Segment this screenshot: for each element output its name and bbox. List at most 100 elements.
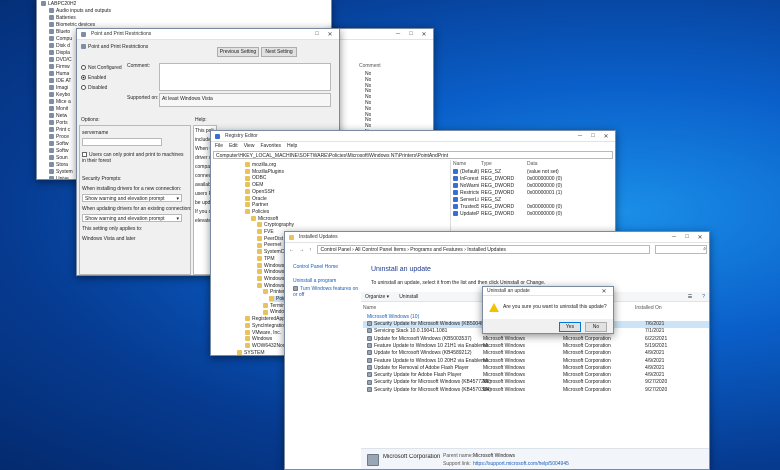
table-row[interactable]: Update for Microsoft Windows (KB4589212)… bbox=[363, 350, 709, 357]
registry-key[interactable]: mozilla.org bbox=[245, 162, 276, 168]
registry-value-name[interactable]: Restricted bbox=[453, 190, 479, 196]
breadcrumb-item[interactable]: All Control Panel Items bbox=[355, 247, 406, 253]
registry-value-name[interactable]: TrustedServers bbox=[453, 204, 479, 210]
new-connection-select[interactable]: Show warning and elevation prompt ▾ bbox=[82, 194, 182, 202]
update-group-label[interactable]: Microsoft Windows (10) bbox=[367, 314, 419, 320]
maximize-icon[interactable]: □ bbox=[406, 31, 416, 37]
uninstall-button[interactable]: Uninstall bbox=[399, 294, 418, 300]
registry-key[interactable]: SYSTEM bbox=[237, 350, 265, 355]
device-category[interactable]: Imagi bbox=[49, 85, 68, 91]
device-category[interactable]: Softw bbox=[49, 148, 69, 154]
servers-input[interactable] bbox=[82, 138, 162, 146]
radio-disabled[interactable]: Disabled bbox=[81, 85, 107, 91]
table-row[interactable]: Security Update for Microsoft Windows (K… bbox=[363, 387, 709, 394]
device-category[interactable]: Monit bbox=[49, 106, 68, 112]
next-setting-button[interactable]: Next Setting bbox=[261, 47, 297, 57]
registry-value-name[interactable]: ServerList bbox=[453, 197, 479, 203]
device-category[interactable]: Mice a bbox=[49, 99, 71, 105]
search-input[interactable]: ⌕ bbox=[655, 245, 707, 254]
device-category[interactable]: Batteries bbox=[49, 15, 76, 21]
menu-item-edit[interactable]: Edit bbox=[229, 143, 238, 149]
device-category[interactable]: Compu bbox=[49, 36, 72, 42]
table-row[interactable]: Security Update for Adobe Flash Player Mi… bbox=[363, 372, 709, 379]
registry-key[interactable]: OpenSSH bbox=[245, 189, 275, 195]
table-row[interactable]: Update for Removal of Adobe Flash Player… bbox=[363, 365, 709, 372]
device-category[interactable]: Displa bbox=[49, 50, 70, 56]
table-row[interactable]: Feature Update to Windows 10 20H2 via En… bbox=[363, 358, 709, 365]
device-category[interactable]: Print c bbox=[49, 127, 70, 133]
device-category[interactable]: Stora bbox=[49, 162, 68, 168]
registry-value-name[interactable]: NoWarningNoElevationOnInstall bbox=[453, 183, 479, 189]
device-category[interactable]: Blueto bbox=[49, 29, 70, 35]
comment-textbox[interactable] bbox=[159, 63, 331, 91]
registry-key[interactable]: Oracle bbox=[245, 196, 267, 202]
previous-setting-button[interactable]: Previous Setting bbox=[217, 47, 259, 57]
registry-key[interactable]: TPM bbox=[257, 256, 275, 262]
device-category[interactable]: Disk d bbox=[49, 43, 70, 49]
breadcrumb-item[interactable]: Control Panel bbox=[321, 247, 351, 253]
menu-item-view[interactable]: View bbox=[244, 143, 255, 149]
windows-features-link[interactable]: Turn Windows features on or off bbox=[293, 286, 359, 298]
device-category[interactable]: Proce bbox=[49, 134, 69, 140]
table-row[interactable]: Security Update for Microsoft Windows (K… bbox=[363, 379, 709, 386]
yes-button[interactable]: Yes bbox=[559, 322, 581, 332]
registry-key[interactable]: Cryptography bbox=[257, 222, 294, 228]
registry-key[interactable]: WOW6432Node bbox=[245, 343, 288, 349]
device-category[interactable]: Audio inputs and outputs bbox=[49, 8, 111, 14]
column-header-type[interactable]: Type bbox=[481, 161, 492, 167]
device-category[interactable]: Huma bbox=[49, 71, 69, 77]
registry-value-name[interactable]: UpdatePromptSettings bbox=[453, 211, 479, 217]
close-icon[interactable]: ✕ bbox=[695, 234, 705, 241]
close-icon[interactable]: ✕ bbox=[325, 31, 335, 38]
forest-checkbox[interactable]: Users can only point and print to machin… bbox=[82, 152, 188, 164]
registry-key[interactable]: Policies bbox=[245, 209, 269, 215]
registry-key[interactable]: MozillaPlugins bbox=[245, 169, 284, 175]
maximize-icon[interactable]: □ bbox=[588, 133, 598, 139]
registry-value-name[interactable]: (Default) bbox=[453, 169, 479, 175]
device-category[interactable]: DVD/C bbox=[49, 57, 72, 63]
minimize-icon[interactable]: ─ bbox=[393, 31, 403, 37]
registry-key[interactable]: PeerDist bbox=[257, 236, 283, 242]
support-link-value[interactable]: https://support.microsoft.com/help/50049… bbox=[473, 461, 569, 467]
view-options-icon[interactable]: ☰ bbox=[688, 294, 692, 300]
registry-key[interactable]: Windows bbox=[245, 336, 272, 342]
device-category[interactable]: Unive bbox=[49, 176, 69, 179]
registry-key[interactable]: Windows bbox=[257, 263, 284, 269]
device-category[interactable]: Softw bbox=[49, 141, 69, 147]
registry-key[interactable]: Peernet bbox=[257, 242, 282, 248]
minimize-icon[interactable]: ─ bbox=[575, 133, 585, 139]
registry-key[interactable]: Partner bbox=[245, 202, 268, 208]
table-row[interactable]: Update for Microsoft Windows (KB5003537)… bbox=[363, 336, 709, 343]
registry-value-name[interactable]: InForest bbox=[453, 176, 479, 182]
installed-on-column-header[interactable]: Installed On bbox=[635, 305, 662, 311]
device-category[interactable]: Keybo bbox=[49, 92, 70, 98]
device-category[interactable]: System bbox=[49, 169, 73, 175]
radio-not-configured[interactable]: Not Configured bbox=[81, 65, 122, 71]
table-row[interactable]: Feature Update to Windows 10 21H1 via En… bbox=[363, 343, 709, 350]
maximize-icon[interactable]: □ bbox=[312, 31, 322, 37]
comment-column-header[interactable]: Comment bbox=[359, 63, 381, 69]
registry-key[interactable]: ODBC bbox=[245, 175, 266, 181]
device-category[interactable]: Ports bbox=[49, 120, 68, 126]
name-column-header[interactable]: Name bbox=[363, 305, 376, 311]
breadcrumb-item[interactable]: Programs and Features bbox=[410, 247, 463, 253]
device-category[interactable]: Firmw bbox=[49, 64, 70, 70]
back-arrow-icon[interactable]: ← bbox=[289, 247, 294, 253]
device-category[interactable]: Netw bbox=[49, 113, 67, 119]
computer-node[interactable]: LABPC20H2 bbox=[41, 1, 76, 7]
close-icon[interactable]: ✕ bbox=[419, 31, 429, 38]
registry-key[interactable]: OEM bbox=[245, 182, 263, 188]
registry-key[interactable]: Microsoft bbox=[251, 216, 278, 222]
up-arrow-icon[interactable]: ↑ bbox=[309, 247, 312, 253]
close-icon[interactable]: ✕ bbox=[601, 133, 611, 140]
organize-button[interactable]: Organize ▾ bbox=[365, 294, 389, 300]
radio-enabled[interactable]: Enabled bbox=[81, 75, 106, 81]
minimize-icon[interactable]: ─ bbox=[669, 234, 679, 240]
column-header-name[interactable]: Name bbox=[453, 161, 466, 167]
device-category[interactable]: IDE AT bbox=[49, 78, 71, 84]
registry-key[interactable]: FVE bbox=[257, 229, 274, 235]
forward-arrow-icon[interactable]: → bbox=[299, 247, 304, 253]
menu-item-favorites[interactable]: Favorites bbox=[260, 143, 281, 149]
registry-key[interactable]: VMware, Inc. bbox=[245, 330, 281, 336]
maximize-icon[interactable]: □ bbox=[682, 234, 692, 240]
